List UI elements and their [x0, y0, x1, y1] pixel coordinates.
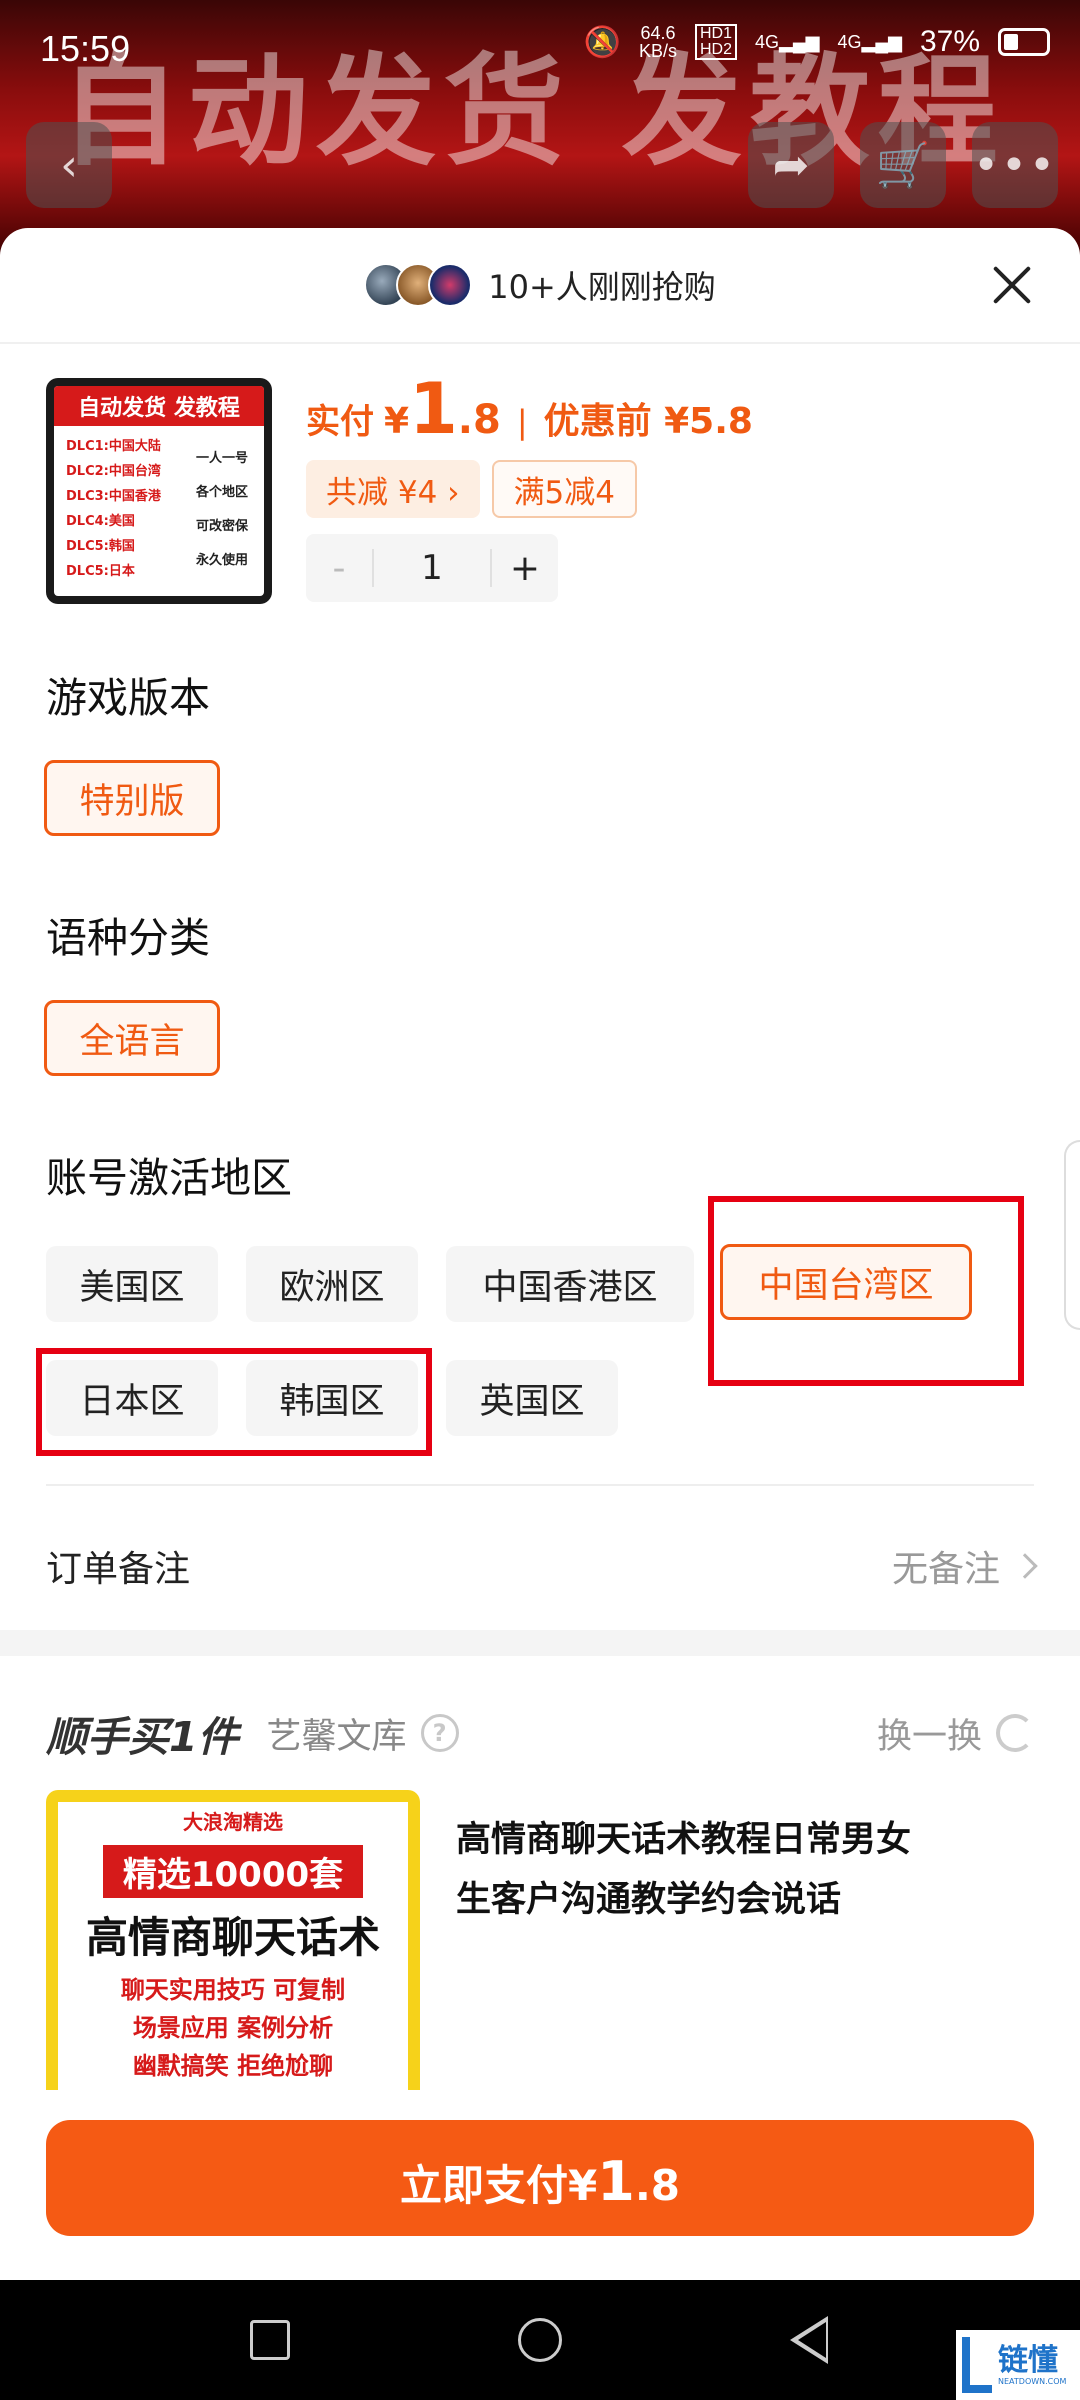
watermark-logo: 链懂 NEATDOWN.COM — [956, 2330, 1080, 2400]
option-region-uk[interactable]: 英国区 — [446, 1360, 618, 1436]
language-title: 语种分类 — [46, 914, 210, 962]
addon-product-name[interactable]: 高情商聊天话术教程日常男女生客户沟通教学约会说话 — [456, 1810, 926, 1930]
back-triangle-icon[interactable] — [790, 2316, 828, 2364]
annotation-box-jp-kr — [36, 1348, 432, 1456]
price-separator: | — [516, 403, 528, 441]
original-price: 优惠前 ¥5.8 — [543, 401, 753, 442]
cart-icon: 🛒 — [875, 140, 931, 191]
addon-img-title: 高情商聊天话术 — [85, 1913, 380, 1962]
swap-button[interactable]: 换一换 — [877, 1708, 1034, 1759]
thumb-dlc-list: DLC1:中国大陆 DLC2:中国台湾 DLC3:中国香港 DLC4:美国 DL… — [66, 439, 161, 579]
side-drawer-handle[interactable] — [1064, 1140, 1080, 1330]
price-line: 实付 ¥ 1 .8 | 优惠前 ¥5.8 — [306, 368, 753, 450]
quantity-stepper: - 1 + — [306, 534, 558, 602]
buyer-avatars — [364, 263, 473, 307]
signal-icon-2: 4G▂▄▆ — [837, 31, 902, 52]
remark-label: 订单备注 — [46, 1549, 191, 1590]
product-thumbnail[interactable]: 自动发货 发教程 DLC1:中国大陆 DLC2:中国台湾 DLC3:中国香港 D… — [46, 378, 272, 604]
price-label: 实付 — [306, 402, 374, 442]
share-button[interactable]: ➦ — [748, 122, 834, 208]
back-button[interactable]: ‹ — [26, 122, 112, 208]
option-language-all[interactable]: 全语言 — [44, 1000, 220, 1076]
remark-value: 无备注 — [892, 1540, 1038, 1592]
price-decimal: .8 — [457, 397, 501, 443]
thumb-title: 自动发货 发教程 — [54, 386, 264, 426]
more-button[interactable]: ••• — [972, 122, 1058, 208]
addon-product-image[interactable]: 大浪淘精选 精选10000套 高情商聊天话术 聊天实用技巧 可复制 场景应用 案… — [46, 1790, 420, 2090]
chevron-right-icon — [1012, 1553, 1038, 1579]
addon-header: 顺手买1件 艺馨文库 ? 换一换 — [46, 1698, 1034, 1768]
addon-img-lines: 聊天实用技巧 可复制 场景应用 案例分析 幽默搞笑 拒绝尬聊 — [120, 1976, 346, 2080]
price-area: 实付 ¥ 1 .8 | 优惠前 ¥5.8 共减 ¥4 › 满5减4 - 1 + — [306, 368, 753, 602]
discounts: 共减 ¥4 › 满5减4 — [306, 460, 753, 518]
bell-muted-icon: 🔕 — [583, 25, 621, 59]
home-icon[interactable] — [518, 2318, 562, 2362]
close-icon[interactable] — [984, 258, 1040, 314]
system-nav-bar: 链懂 NEATDOWN.COM — [0, 2280, 1080, 2400]
quantity-value[interactable]: 1 — [372, 549, 492, 587]
section-separator — [0, 1630, 1080, 1656]
sheet-header: 10+人刚刚抢购 — [0, 228, 1080, 344]
battery-percent: 37% — [919, 25, 980, 58]
status-bar: 15:59 🔕 64.6 KB/s HD1 HD2 4G▂▄▆ 4G▂▄▆ 37% — [0, 0, 1080, 100]
purchase-sheet: 10+人刚刚抢购 自动发货 发教程 DLC1:中国大陆 DLC2:中国台湾 DL… — [0, 228, 1080, 2280]
signal-icon-1: 4G▂▄▆ — [755, 31, 820, 52]
divider — [46, 1484, 1034, 1486]
order-remark-row[interactable]: 订单备注 无备注 — [46, 1518, 1038, 1614]
option-version-special[interactable]: 特别版 — [44, 760, 220, 836]
price-integer: 1 — [409, 368, 458, 450]
chevron-left-icon: ‹ — [60, 139, 78, 191]
option-region-us[interactable]: 美国区 — [46, 1246, 218, 1322]
more-dots-icon: ••• — [973, 139, 1057, 191]
network-speed: 64.6 KB/s — [638, 23, 677, 61]
status-time: 15:59 — [40, 28, 131, 69]
increase-button[interactable]: + — [492, 548, 558, 589]
region-title: 账号激活地区 — [46, 1154, 292, 1202]
avatar — [428, 263, 473, 307]
pay-now-button[interactable]: 立即支付 ¥ 1 .8 — [46, 2120, 1034, 2236]
total-discount-chip[interactable]: 共减 ¥4 › — [306, 460, 480, 518]
addon-shop-name: 艺馨文库 — [266, 1716, 407, 1757]
option-region-eu[interactable]: 欧洲区 — [246, 1246, 418, 1322]
discount-rule-chip: 满5减4 — [491, 460, 638, 518]
price-currency: ¥ — [384, 401, 410, 442]
recent-apps-icon[interactable] — [250, 2320, 290, 2360]
annotation-box-taiwan — [708, 1196, 1024, 1386]
thumb-features: 一人一号 各个地区 可改密保 永久使用 — [195, 451, 248, 568]
decrease-button[interactable]: - — [306, 548, 372, 589]
cart-button[interactable]: 🛒 — [860, 122, 946, 208]
option-region-hk[interactable]: 中国香港区 — [446, 1246, 694, 1322]
status-icons: 🔕 64.6 KB/s HD1 HD2 4G▂▄▆ 4G▂▄▆ 37% — [584, 24, 1050, 60]
version-title: 游戏版本 — [46, 674, 210, 722]
pay-bar: 立即支付 ¥ 1 .8 — [0, 2090, 1080, 2280]
share-icon: ➦ — [772, 139, 810, 191]
addon-img-brand: 大浪淘精选 — [183, 1810, 283, 1834]
recent-buyers-text: 10+人刚刚抢购 — [488, 268, 716, 306]
refresh-icon — [996, 1714, 1034, 1752]
watermark-l-icon — [962, 2337, 992, 2393]
help-icon[interactable]: ? — [420, 1714, 459, 1752]
addon-title: 顺手买1件 — [46, 1713, 239, 1761]
addon-img-badge: 精选10000套 — [103, 1845, 363, 1898]
hd-icon: HD1 HD2 — [695, 24, 738, 60]
battery-icon — [998, 28, 1050, 56]
